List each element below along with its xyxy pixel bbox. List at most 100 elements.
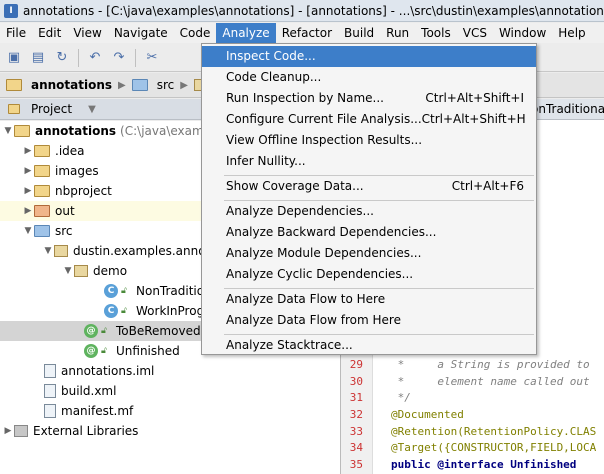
package-icon [74, 265, 88, 277]
folder-icon [34, 165, 50, 177]
expand-arrow-icon[interactable]: ▼ [42, 246, 54, 256]
collapse-arrow-icon[interactable]: ▶ [22, 206, 34, 216]
line-number: 35 [349, 458, 363, 471]
menu-run[interactable]: Run [380, 23, 415, 43]
menu-item-label: Run Inspection by Name... [226, 91, 384, 105]
menu-help[interactable]: Help [552, 23, 591, 43]
menu-run-inspection-by-name[interactable]: Run Inspection by Name... Ctrl+Alt+Shift+… [202, 88, 536, 109]
menu-view-offline-results[interactable]: View Offline Inspection Results... [202, 130, 536, 151]
menu-view[interactable]: View [67, 23, 107, 43]
menu-tools[interactable]: Tools [415, 23, 457, 43]
tree-label: build.xml [61, 384, 117, 398]
breadcrumb-label: src [156, 78, 175, 92]
collapse-arrow-icon[interactable]: ▶ [22, 146, 34, 156]
menu-show-coverage-data[interactable]: Show Coverage Data... Ctrl+Alt+F6 [202, 176, 536, 197]
tree-label: NonTraditio [136, 284, 205, 298]
line-number: 34 [349, 441, 363, 455]
menu-item-shortcut [524, 264, 536, 285]
tree-node-build-xml[interactable]: build.xml [0, 381, 340, 401]
menu-item-label: Analyze Backward Dependencies... [226, 225, 437, 239]
tree-label: External Libraries [33, 424, 139, 438]
menu-build[interactable]: Build [338, 23, 380, 43]
expand-arrow-icon[interactable]: ▼ [62, 266, 74, 276]
open-folder-icon[interactable]: ▣ [6, 50, 22, 66]
tree-label: annotations.iml [61, 364, 155, 378]
toolbar-separator [135, 48, 136, 67]
collapse-arrow-icon[interactable]: ▶ [22, 186, 34, 196]
menu-analyze-stacktrace[interactable]: Analyze Stacktrace... [202, 335, 536, 356]
manifest-file-icon [44, 404, 56, 418]
library-icon [14, 425, 28, 437]
menu-analyze-cyclic-dependencies[interactable]: Analyze Cyclic Dependencies... [202, 264, 536, 285]
module-folder-icon [14, 125, 30, 137]
menu-infer-nullity[interactable]: Infer Nullity... [202, 151, 536, 172]
line-number: 31 [349, 391, 363, 405]
expand-arrow-icon[interactable]: ▼ [2, 126, 14, 136]
line-number: 30 [349, 374, 363, 388]
menu-item-shortcut: Ctrl+Alt+Shift+I [425, 91, 524, 105]
menu-analyze[interactable]: Analyze [216, 23, 276, 43]
chevron-down-icon[interactable]: ▼ [88, 104, 96, 115]
menu-navigate[interactable]: Navigate [108, 23, 174, 43]
project-panel-title: Project [31, 102, 73, 116]
menu-item-label: Inspect Code... [226, 49, 316, 63]
menu-item-label: Infer Nullity... [226, 154, 306, 168]
menu-file[interactable]: File [0, 23, 32, 43]
folder-icon [34, 185, 50, 197]
tree-node-external-libraries[interactable]: ▶ External Libraries [0, 421, 340, 441]
tree-node-manifest[interactable]: manifest.mf [0, 401, 340, 421]
menu-item-label: Analyze Data Flow to Here [226, 292, 386, 306]
code-line: * element name called out [391, 374, 590, 388]
menu-configure-file-analysis[interactable]: Configure Current File Analysis... Ctrl+A… [202, 109, 536, 130]
breadcrumb-label: annotations [31, 78, 113, 92]
menu-inspect-code[interactable]: Inspect Code... [202, 46, 536, 67]
breadcrumb-annotations[interactable]: annotations [6, 78, 112, 92]
menu-code-cleanup[interactable]: Code Cleanup... [202, 67, 536, 88]
code-line: @Retention(RetentionPolicy.CLAS [391, 424, 597, 438]
menu-edit[interactable]: Edit [32, 23, 67, 43]
menu-bar: File Edit View Navigate Code Analyze Ref… [0, 23, 604, 43]
folder-icon [131, 79, 148, 91]
analyze-menu: Inspect Code... Code Cleanup... Run Insp… [201, 43, 537, 355]
menu-vcs[interactable]: VCS [457, 23, 493, 43]
menu-item-shortcut: Ctrl+Alt+Shift+H [421, 112, 526, 126]
redo-icon[interactable]: ↷ [111, 50, 127, 66]
cut-icon[interactable]: ✂ [144, 50, 160, 66]
breadcrumb-src[interactable]: src [131, 78, 175, 92]
class-icon: C [104, 284, 118, 298]
menu-item-shortcut [524, 289, 536, 310]
menu-analyze-dependencies[interactable]: Analyze Dependencies... [202, 201, 536, 222]
save-all-icon[interactable]: ▤ [30, 50, 46, 66]
menu-data-flow-to-here[interactable]: Analyze Data Flow to Here [202, 289, 536, 310]
menu-item-shortcut [524, 130, 536, 151]
package-icon [54, 245, 68, 257]
toolbar-separator [78, 48, 79, 67]
menu-item-label: Configure Current File Analysis... [226, 112, 422, 126]
menu-item-shortcut [524, 151, 536, 172]
menu-data-flow-from-here[interactable]: Analyze Data Flow from Here [202, 310, 536, 331]
collapse-arrow-icon[interactable]: ▶ [2, 426, 14, 436]
menu-analyze-module-dependencies[interactable]: Analyze Module Dependencies... [202, 243, 536, 264]
chevron-right-icon: ▶ [180, 79, 188, 91]
menu-code[interactable]: Code [174, 23, 217, 43]
tree-label: WorkInProg [136, 304, 205, 318]
project-icon [8, 104, 20, 114]
code-line: * a String is provided to [391, 357, 590, 371]
expand-arrow-icon[interactable]: ▼ [22, 226, 34, 236]
tree-node-annotations-iml[interactable]: annotations.iml [0, 361, 340, 381]
menu-item-shortcut [524, 335, 536, 356]
xml-file-icon [44, 384, 56, 398]
lock-icon: 🔓︎ [121, 286, 127, 296]
menu-analyze-backward-dependencies[interactable]: Analyze Backward Dependencies... [202, 222, 536, 243]
collapse-arrow-icon[interactable]: ▶ [22, 166, 34, 176]
sync-icon[interactable]: ↻ [54, 50, 70, 66]
menu-item-label: Analyze Stacktrace... [226, 338, 353, 352]
menu-window[interactable]: Window [493, 23, 552, 43]
menu-refactor[interactable]: Refactor [276, 23, 338, 43]
annotation-icon: @ [84, 344, 98, 358]
undo-icon[interactable]: ↶ [87, 50, 103, 66]
folder-icon [34, 205, 50, 217]
editor-tab-label: onTraditional [531, 102, 604, 116]
tree-label: nbproject [55, 184, 112, 198]
folder-icon [34, 145, 50, 157]
